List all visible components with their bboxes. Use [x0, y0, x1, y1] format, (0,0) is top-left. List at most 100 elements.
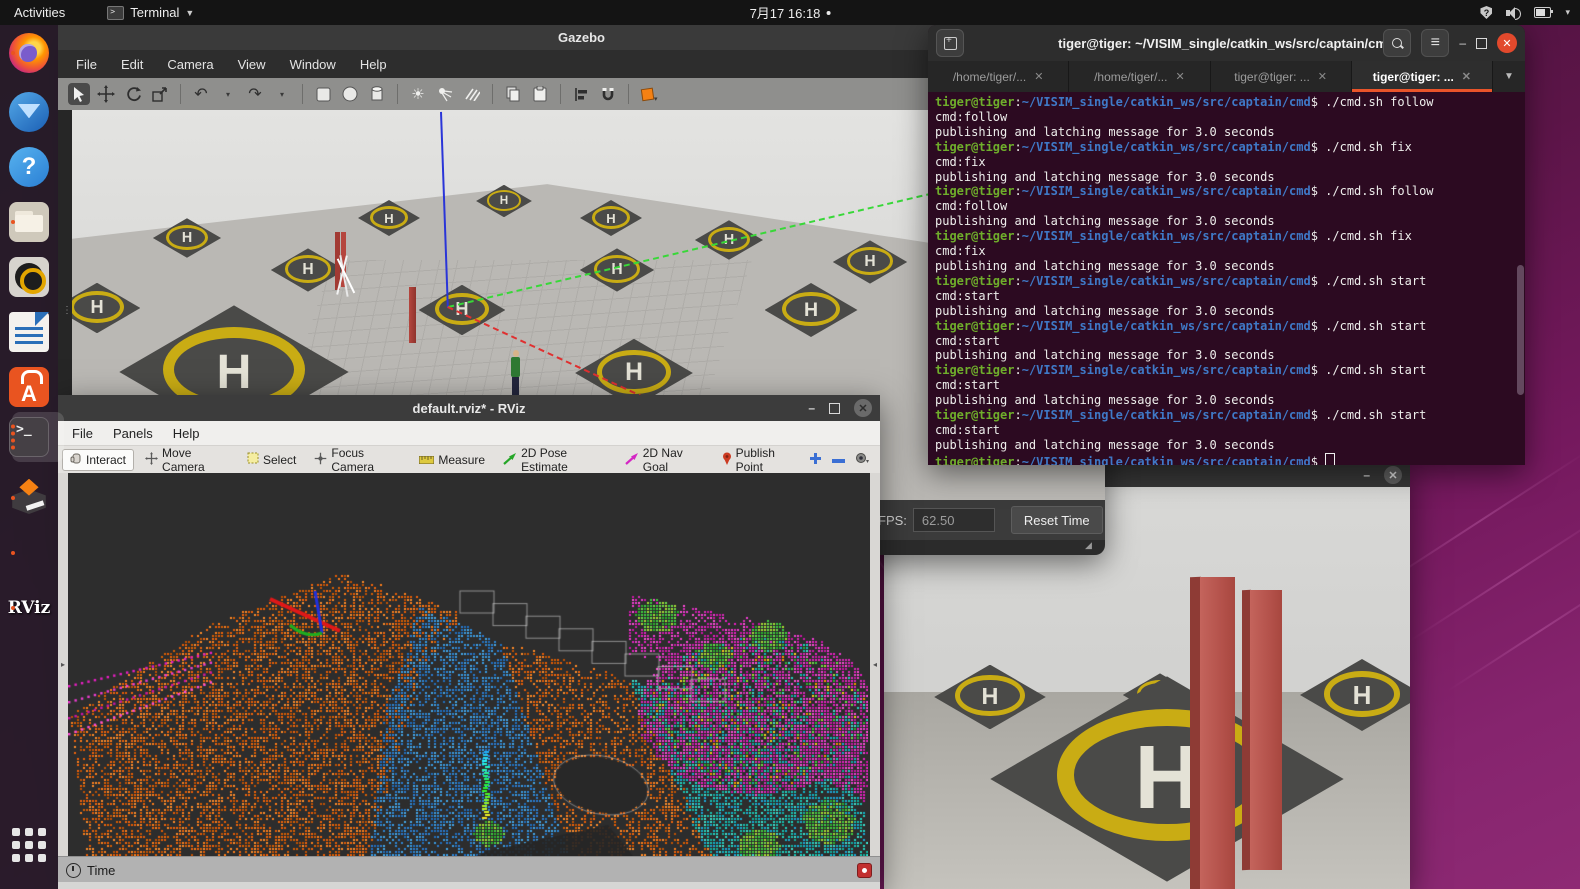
dock-item-gazebo[interactable] [9, 478, 49, 518]
select-arrow-icon[interactable] [68, 83, 90, 105]
gazebo-menu-help[interactable]: Help [360, 57, 387, 72]
menu-button[interactable]: ≡ [1421, 29, 1449, 57]
rviz-menu-help[interactable]: Help [173, 426, 200, 441]
thunderbird-icon [9, 92, 49, 132]
new-tab-button[interactable] [936, 29, 964, 57]
scale-icon[interactable] [149, 83, 171, 105]
point-light-icon[interactable]: ☀ [407, 83, 429, 105]
snap-icon[interactable] [597, 83, 619, 105]
chevron-down-icon: ▾ [1565, 7, 1570, 18]
close-button[interactable]: ✕ [854, 399, 872, 417]
tool-2d-pose-estimate[interactable]: 2D Pose Estimate [496, 444, 614, 476]
gazebo-menu-file[interactable]: File [76, 57, 97, 72]
camera-view-icon[interactable]: ▾ [855, 453, 870, 467]
redo-menu-icon[interactable]: ▾ [271, 83, 293, 105]
paste-icon[interactable] [529, 83, 551, 105]
rviz-bottom-strip [58, 882, 880, 889]
tab-close-icon[interactable]: ✕ [1175, 70, 1184, 83]
gazebo-menu-view[interactable]: View [238, 57, 266, 72]
running-indicator [11, 425, 15, 450]
rotate-icon[interactable] [122, 83, 144, 105]
terminal-output-line: publishing and latching message for 3.0 … [935, 259, 1525, 274]
helipad-marker: H [476, 185, 532, 217]
dock-item-firefox[interactable] [9, 33, 49, 73]
box-icon[interactable] [312, 83, 334, 105]
dock: ? A >_ RViz [0, 25, 58, 889]
network-shield-icon: ? [1480, 6, 1492, 19]
gazebo-menu-camera[interactable]: Camera [167, 57, 213, 72]
close-button[interactable]: ✕ [1497, 33, 1517, 53]
tab-close-icon[interactable]: ✕ [1318, 70, 1327, 83]
cylinder-icon[interactable] [366, 83, 388, 105]
tool-move-camera[interactable]: Move Camera [138, 444, 236, 476]
tool-select[interactable]: Select [240, 450, 303, 469]
clock-button[interactable]: 7月17 16:18 [750, 3, 831, 22]
rviz-viewport[interactable]: ▸ ◂ [58, 473, 880, 856]
dock-item-thunderbird[interactable] [9, 92, 49, 132]
minimize-button[interactable]: – [808, 401, 815, 415]
tool-measure[interactable]: Measure [412, 451, 492, 469]
terminal-headerbar[interactable]: tiger@tiger: ~/VISIM_single/catkin_ws/sr… [928, 25, 1525, 61]
terminal-tab-4[interactable]: tiger@tiger: ...✕ [1352, 61, 1493, 92]
terminal-tab-1[interactable]: /home/tiger/...✕ [928, 61, 1069, 92]
close-button[interactable]: ✕ [1384, 466, 1402, 484]
dock-item-unknown-app[interactable] [9, 533, 49, 573]
reset-time-button[interactable]: Reset Time [1011, 506, 1103, 534]
terminal-tab-3[interactable]: tiger@tiger: ...✕ [1211, 61, 1352, 92]
terminal-output[interactable]: tiger@tiger:~/VISIM_single/catkin_ws/src… [928, 92, 1525, 465]
tab-list-button[interactable]: ▼ [1493, 61, 1525, 92]
rviz-toolbar: InteractMove CameraSelectFocus CameraMea… [58, 446, 880, 474]
maximize-button[interactable] [829, 403, 840, 414]
gazebo-menu-edit[interactable]: Edit [121, 57, 143, 72]
undo-menu-icon[interactable]: ▾ [217, 83, 239, 105]
right-panel-collapse-strip[interactable]: ◂ [870, 473, 880, 856]
dock-item-terminal[interactable]: >_ [9, 417, 49, 457]
maximize-button[interactable] [1476, 38, 1487, 49]
resize-grip[interactable]: ◢ [1085, 540, 1097, 552]
sphere-icon[interactable] [339, 83, 361, 105]
terminal-prompt-line: tiger@tiger:~/VISIM_single/catkin_ws/src… [935, 95, 1525, 110]
dock-item-help[interactable]: ? [9, 147, 49, 187]
align-icon[interactable] [570, 83, 592, 105]
dock-item-ubuntu-software[interactable]: A [9, 367, 49, 407]
rviz-menu-panels[interactable]: Panels [113, 426, 153, 441]
activities-button[interactable]: Activities [14, 5, 65, 20]
dock-item-show-applications[interactable] [9, 825, 49, 865]
gazebo-menu-window[interactable]: Window [290, 57, 336, 72]
copy-icon[interactable] [502, 83, 524, 105]
toolbar-separator [492, 84, 493, 104]
dock-item-rhythmbox[interactable] [9, 257, 49, 297]
rviz-menu-file[interactable]: File [72, 426, 93, 441]
zoom-in-icon[interactable] [809, 452, 822, 468]
tab-close-icon[interactable]: ✕ [1034, 70, 1043, 83]
panel-close-button[interactable] [857, 863, 872, 878]
directional-light-icon[interactable] [461, 83, 483, 105]
rviz-titlebar[interactable]: default.rviz* - RViz – ✕ [58, 395, 880, 421]
tab-close-icon[interactable]: ✕ [1462, 70, 1471, 83]
tool-publish-point[interactable]: Publish Point [715, 444, 805, 476]
dock-item-rviz[interactable]: RViz [9, 588, 49, 628]
left-panel-collapse-strip[interactable]: ▸ [58, 473, 68, 856]
search-button[interactable] [1383, 29, 1411, 57]
system-status-area[interactable]: ? ▾ [1480, 6, 1570, 19]
minimize-button[interactable]: – [1459, 36, 1466, 50]
view-angle-icon[interactable]: ▾ [638, 83, 660, 105]
translate-icon[interactable] [95, 83, 117, 105]
dock-item-files[interactable] [9, 202, 49, 242]
tool-interact[interactable]: Interact [62, 449, 134, 471]
undo-icon[interactable]: ↶ [190, 83, 212, 105]
focused-app-menu[interactable]: > Terminal ▼ [107, 5, 194, 20]
helipad-marker: H [580, 200, 642, 236]
dock-item-libreoffice-writer[interactable] [9, 312, 49, 352]
redo-icon[interactable]: ↷ [244, 83, 266, 105]
tool-2d-nav-goal[interactable]: 2D Nav Goal [618, 444, 711, 476]
minimize-button[interactable]: – [1363, 468, 1370, 482]
terminal-output-line: cmd:start [935, 334, 1525, 349]
scrollbar-thumb[interactable] [1517, 265, 1524, 395]
tool-focus-camera[interactable]: Focus Camera [307, 444, 408, 476]
spot-light-icon[interactable] [434, 83, 456, 105]
svg-text:▾: ▾ [866, 459, 869, 464]
terminal-tab-2[interactable]: /home/tiger/...✕ [1069, 61, 1210, 92]
zoom-out-icon[interactable] [832, 453, 845, 467]
fps-value: 62.50 [913, 508, 995, 532]
